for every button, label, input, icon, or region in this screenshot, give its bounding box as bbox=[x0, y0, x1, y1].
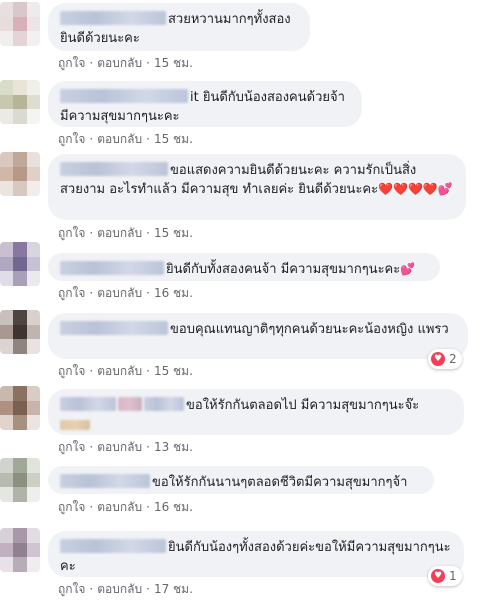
comment-timestamp[interactable]: 15 ชม. bbox=[154, 56, 193, 70]
reply-link[interactable]: ตอบกลับ bbox=[97, 364, 142, 378]
commenter-name[interactable] bbox=[60, 321, 168, 335]
commenter-name[interactable] bbox=[60, 89, 188, 103]
like-link[interactable]: ถูกใจ bbox=[58, 364, 85, 378]
reply-link[interactable]: ตอบกลับ bbox=[97, 582, 142, 596]
commenter-name[interactable] bbox=[60, 420, 90, 430]
commenter-name[interactable] bbox=[60, 162, 168, 176]
like-link[interactable]: ถูกใจ bbox=[58, 500, 85, 514]
comment-timestamp[interactable]: 15 ชม. bbox=[154, 364, 193, 378]
comment-bubble: ขอบคุณแทนญาติๆทุกคนด้วยนะคะน้องหญิง แพรว bbox=[48, 313, 468, 359]
commenter-name[interactable] bbox=[118, 397, 142, 411]
heart-icon: ♥ bbox=[431, 352, 445, 366]
comment-timestamp[interactable]: 13 ชม. bbox=[154, 440, 193, 454]
comment-timestamp[interactable]: 15 ชม. bbox=[154, 226, 193, 240]
comment-actions: ถูกใจ · ตอบกลับ · 15 ชม. bbox=[58, 226, 193, 240]
reaction-badge[interactable]: ♥ 1 bbox=[428, 566, 462, 586]
comment-text: ยินดีกับทั้งสองคนจ้า มีความสุขมากๆนะคะ bbox=[166, 262, 401, 277]
like-link[interactable]: ถูกใจ bbox=[58, 226, 85, 240]
avatar[interactable] bbox=[0, 310, 40, 354]
comment-text: ขอให้รักกันนานๆตลอดชีวิตมีความสุขมากๆจ้า bbox=[152, 475, 408, 490]
comment-bubble: ขอให้รักกันนานๆตลอดชีวิตมีความสุขมากๆจ้า bbox=[48, 466, 434, 494]
comment-actions: ถูกใจ · ตอบกลับ · 16 ชม. bbox=[58, 500, 193, 514]
reply-link[interactable]: ตอบกลับ bbox=[97, 132, 142, 146]
comment-actions: ถูกใจ · ตอบกลับ · 15 ชม. bbox=[58, 56, 193, 70]
like-link[interactable]: ถูกใจ bbox=[58, 440, 85, 454]
heart-emoji-icon: ❤️❤️❤️❤️💕 bbox=[378, 182, 453, 196]
reaction-count: 1 bbox=[449, 569, 457, 583]
avatar[interactable] bbox=[0, 386, 40, 430]
reply-link[interactable]: ตอบกลับ bbox=[97, 500, 142, 514]
comment-actions: ถูกใจ · ตอบกลับ · 15 ชม. bbox=[58, 364, 193, 378]
commenter-name[interactable] bbox=[60, 11, 166, 25]
comment-actions: ถูกใจ · ตอบกลับ · 15 ชม. bbox=[58, 132, 193, 146]
comment-timestamp[interactable]: 16 ชม. bbox=[154, 500, 193, 514]
commenter-name[interactable] bbox=[144, 397, 184, 411]
commenter-name-suffix[interactable]: it bbox=[190, 90, 199, 105]
commenter-name[interactable] bbox=[60, 539, 166, 553]
avatar[interactable] bbox=[0, 152, 40, 196]
like-link[interactable]: ถูกใจ bbox=[58, 286, 85, 300]
heart-icon: ♥ bbox=[431, 569, 445, 583]
avatar[interactable] bbox=[0, 242, 40, 286]
comment-bubble: it ยินดีกับน้องสองคนด้วยจ้า มีความสุขมาก… bbox=[48, 81, 362, 127]
reply-link[interactable]: ตอบกลับ bbox=[97, 286, 142, 300]
commenter-name[interactable] bbox=[60, 397, 116, 411]
heart-emoji-icon: 💕 bbox=[400, 262, 416, 276]
comment-bubble: ขอแสดงความยินดีด้วยนะคะ ความรักเป็นสิ่งส… bbox=[48, 154, 466, 220]
comment-timestamp[interactable]: 16 ชม. bbox=[154, 286, 193, 300]
like-link[interactable]: ถูกใจ bbox=[58, 582, 85, 596]
commenter-name[interactable] bbox=[60, 261, 164, 275]
like-link[interactable]: ถูกใจ bbox=[58, 56, 85, 70]
avatar[interactable] bbox=[0, 2, 40, 46]
comment-actions: ถูกใจ · ตอบกลับ · 17 ชม. bbox=[58, 582, 193, 596]
avatar[interactable] bbox=[0, 80, 40, 124]
avatar[interactable] bbox=[0, 458, 40, 502]
comment-timestamp[interactable]: 17 ชม. bbox=[154, 582, 193, 596]
comment-bubble: ขอให้รักกันตลอดไป มีความสุขมากๆนะจ๊ะ bbox=[48, 389, 464, 435]
reaction-count: 2 bbox=[449, 352, 457, 366]
comment-actions: ถูกใจ · ตอบกลับ · 16 ชม. bbox=[58, 286, 193, 300]
reaction-badge[interactable]: ♥ 2 bbox=[428, 349, 462, 369]
like-link[interactable]: ถูกใจ bbox=[58, 132, 85, 146]
comment-bubble: ยินดีกับน้องๆทั้งสองด้วยค่ะขอให้มีความสุ… bbox=[48, 531, 464, 577]
comment-text: ขอให้รักกันตลอดไป มีความสุขมากๆนะจ๊ะ bbox=[186, 398, 420, 413]
avatar[interactable] bbox=[0, 528, 40, 572]
reply-link[interactable]: ตอบกลับ bbox=[97, 226, 142, 240]
commenter-name[interactable] bbox=[60, 474, 150, 488]
comment-actions: ถูกใจ · ตอบกลับ · 13 ชม. bbox=[58, 440, 193, 454]
comment-bubble: ยินดีกับทั้งสองคนจ้า มีความสุขมากๆนะคะ💕 bbox=[48, 253, 440, 281]
reply-link[interactable]: ตอบกลับ bbox=[97, 440, 142, 454]
comment-text: ขอบคุณแทนญาติๆทุกคนด้วยนะคะน้องหญิง แพรว bbox=[170, 322, 449, 337]
comment-bubble: สวยหวานมากๆทั้งสอง ยินดีด้วยนะคะ bbox=[48, 3, 310, 51]
comment-timestamp[interactable]: 15 ชม. bbox=[154, 132, 193, 146]
reply-link[interactable]: ตอบกลับ bbox=[97, 56, 142, 70]
